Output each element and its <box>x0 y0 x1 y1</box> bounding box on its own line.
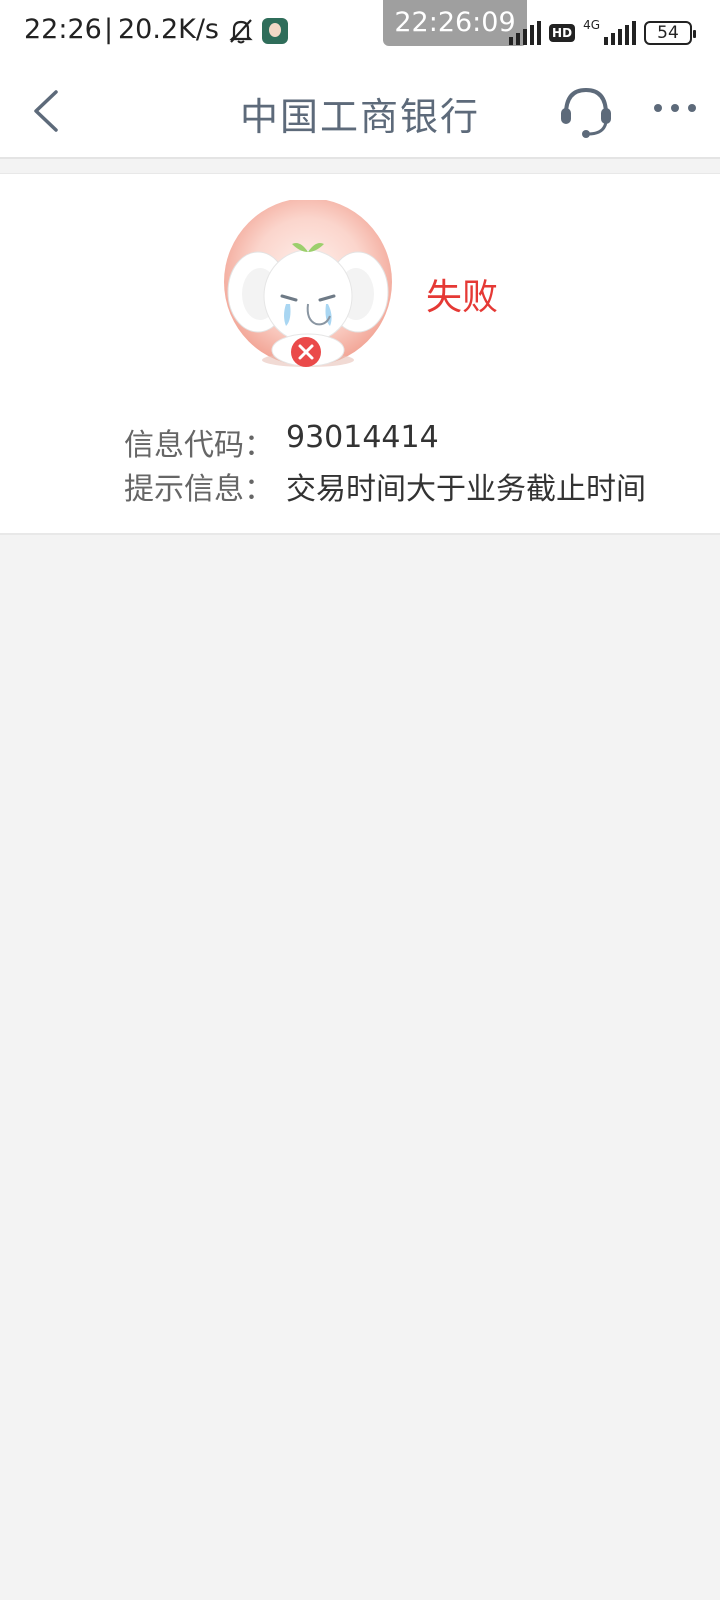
battery-icon: 54 <box>644 21 696 45</box>
overlay-clock: 22:26:09 <box>383 0 527 46</box>
status-bar: 22:26 | 20.2K/s 22:26:09 HD 4G 54 <box>0 0 720 66</box>
network-type: 4G <box>583 18 600 32</box>
status-separator: | <box>104 14 114 45</box>
info-code-label: 信息代码： <box>124 428 274 463</box>
signal-icon-2 <box>604 21 636 45</box>
info-message-row: 提示信息： 交易时间大于业务截止时间 <box>124 464 646 508</box>
network-speed: 20.2K/s <box>118 14 219 45</box>
navigation-bar: 中国工商银行 <box>0 66 720 159</box>
info-code-value: 93014414 <box>286 420 439 455</box>
status-icons: HD 4G 54 <box>509 18 696 48</box>
info-message-label: 提示信息： <box>124 472 274 507</box>
result-status: 失败 <box>426 277 499 318</box>
info-code-row: 信息代码： 93014414 <box>124 420 439 464</box>
status-time: 22:26 <box>24 14 102 45</box>
signal-icon <box>509 21 542 45</box>
crying-elephant-mascot-icon <box>224 200 392 367</box>
headset-icon[interactable] <box>558 82 614 142</box>
more-icon[interactable] <box>652 96 698 120</box>
app-notification-icon <box>262 18 288 44</box>
bell-muted-icon <box>229 19 253 44</box>
hd-badge: HD <box>549 24 576 42</box>
info-message-value: 交易时间大于业务截止时间 <box>286 472 646 507</box>
result-card: 失败 信息代码： 93014414 提示信息： 交易时间大于业务截止时间 <box>0 173 720 535</box>
